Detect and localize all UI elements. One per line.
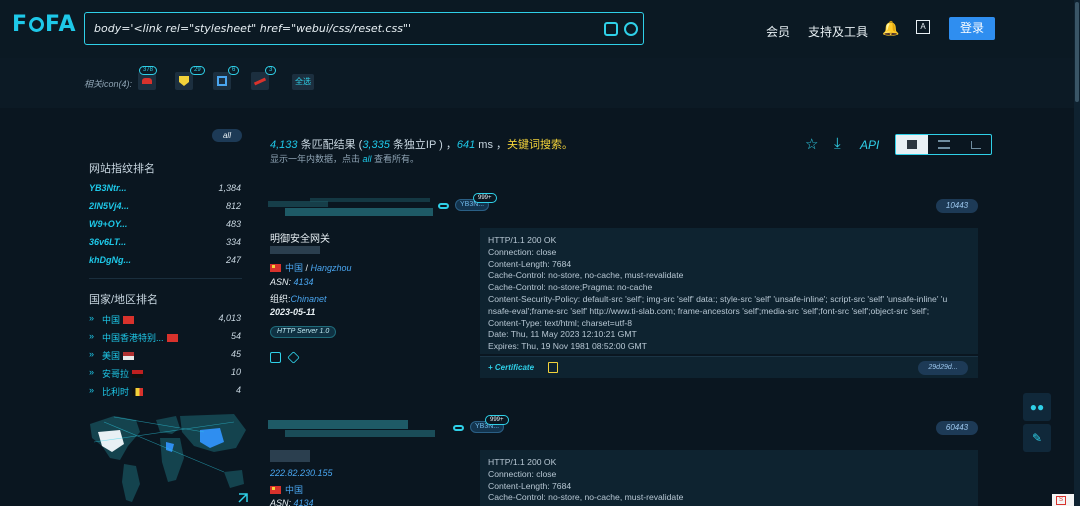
icon-count-badge: 3	[265, 66, 277, 75]
chevron-right-icon: »	[89, 349, 95, 359]
view-toggle	[895, 134, 992, 155]
asn: ASN: 4134	[270, 277, 314, 287]
bell-icon[interactable]: 🔔	[882, 20, 899, 37]
http-response[interactable]: HTTP/1.1 200 OK Connection: close Conten…	[480, 450, 978, 506]
link-icon[interactable]	[438, 203, 449, 209]
flag-icon	[166, 334, 178, 342]
chevron-right-icon: »	[89, 367, 95, 377]
grammar-icon[interactable]	[604, 22, 618, 36]
chart-view-icon[interactable]	[960, 135, 992, 154]
api-button[interactable]: API	[860, 138, 879, 152]
masked-domain	[268, 420, 408, 429]
star-icon[interactable]: ☆	[805, 135, 818, 153]
site-title: 明御安全网关	[270, 234, 330, 245]
icon-count-badge: 29	[190, 66, 205, 75]
date: 2023-05-11	[270, 307, 316, 317]
asn: ASN: 4134	[270, 498, 314, 506]
country-ranking-title: 国家/地区排名	[89, 294, 159, 306]
fingerprint-item[interactable]: 2lN5Vj4... 812	[89, 201, 241, 213]
fingerprint-item[interactable]: 36v6LT... 334	[89, 237, 241, 249]
icon-count-badge: 378	[139, 66, 158, 75]
masked-domain	[285, 430, 435, 437]
port-badge[interactable]: 60443	[936, 421, 978, 435]
count-badge: 999+	[485, 415, 509, 425]
country-item-hongkong[interactable]: » 中国香港特别... 54	[89, 331, 241, 343]
http-header-text: HTTP/1.1 200 OK Connection: close Conten…	[488, 235, 948, 352]
chevron-right-icon: »	[89, 331, 95, 341]
port-badge[interactable]: 10443	[936, 199, 978, 213]
fingerprint-item[interactable]: khDgNg... 247	[89, 255, 241, 267]
nav-tools[interactable]: 支持及工具	[808, 23, 868, 40]
fingerprint-ranking-title: 网站指纹排名	[89, 163, 155, 175]
link-icon[interactable]	[453, 425, 464, 431]
fofa-logo[interactable]: F FA	[12, 12, 77, 37]
nav-member[interactable]: 会员	[766, 23, 790, 40]
result-summary: 4,133 条匹配结果 (3,335 条独立IP ) ，641 ms ，关键词搜…	[270, 139, 574, 151]
certificate-bar: + Certificate 29d29d...	[480, 356, 978, 378]
ip-address[interactable]: 222.82.230.155	[270, 468, 333, 478]
cube-icon[interactable]	[213, 72, 231, 90]
organization: 组织:Chinanet	[270, 294, 327, 304]
location: 中国 / Hangzhou	[270, 261, 352, 274]
flag-icon	[123, 316, 135, 324]
expand-icon	[238, 493, 248, 503]
related-icons-bar	[0, 58, 1080, 108]
cube-icon[interactable]	[287, 351, 300, 364]
certificate-toggle[interactable]: + Certificate	[488, 363, 534, 372]
search-icon[interactable]	[624, 22, 638, 36]
scrollbar-thumb[interactable]	[1075, 2, 1079, 102]
fingerprint-item[interactable]: W9+OY... 483	[89, 219, 241, 231]
sogou-icon: S	[1056, 496, 1066, 505]
all-link[interactable]: all	[363, 154, 372, 164]
country-item-china[interactable]: » 中国 4,013	[89, 313, 241, 325]
chevron-right-icon: »	[89, 313, 95, 323]
masked-domain	[310, 198, 430, 202]
country-item-belgium[interactable]: » 比利时 4	[89, 385, 241, 397]
fingerprint-item[interactable]: YB3Ntr... 1,384	[89, 183, 241, 195]
count-badge: 999+	[473, 193, 497, 203]
certificate-icon[interactable]	[548, 362, 558, 373]
wechat-icon[interactable]: ●●	[1023, 393, 1051, 421]
grid-view-icon[interactable]	[896, 135, 928, 154]
flag-icon	[270, 264, 281, 272]
search-box[interactable]: body='<link rel="stylesheet" href="webui…	[84, 12, 644, 45]
flag-icon	[123, 352, 135, 360]
world-map[interactable]	[84, 402, 252, 506]
certificate-hash[interactable]: 29d29d...	[918, 361, 968, 375]
edit-icon[interactable]: ✎	[1023, 424, 1051, 452]
select-all-button[interactable]: 全选	[292, 74, 314, 90]
list-view-icon[interactable]	[928, 135, 960, 154]
login-button[interactable]: 登录	[949, 17, 995, 40]
icon-count-badge: 6	[228, 66, 240, 75]
download-icon[interactable]: ⤓	[834, 135, 841, 152]
code-icon[interactable]	[270, 352, 281, 363]
masked-title	[270, 450, 310, 462]
chevron-right-icon: »	[89, 385, 95, 395]
location: 中国	[270, 483, 303, 496]
logo-ring-icon	[29, 17, 45, 32]
server-tag[interactable]: HTTP Server 1.0	[270, 326, 337, 338]
country-item-angola[interactable]: » 安哥拉 10	[89, 367, 241, 379]
keyword-search-link[interactable]: 关键词搜索。	[507, 139, 573, 151]
swoosh-icon[interactable]	[251, 72, 269, 90]
sidebar-divider	[89, 278, 242, 279]
country-item-usa[interactable]: » 美国 45	[89, 349, 241, 361]
sidebar-all-toggle[interactable]: all	[212, 129, 242, 142]
http-response[interactable]: HTTP/1.1 200 OK Connection: close Conten…	[480, 228, 978, 354]
http-header-text: HTTP/1.1 200 OK Connection: close Conten…	[488, 457, 684, 503]
shield-icon[interactable]	[175, 72, 193, 90]
result-note: 显示一年内数据，点击 all 查看所有。	[270, 154, 420, 164]
masked-domain	[285, 208, 433, 216]
flag-icon	[132, 388, 144, 396]
masked-ip	[270, 246, 320, 254]
related-icons-label: 相关icon(4):	[84, 79, 133, 89]
translate-icon[interactable]: A	[916, 20, 930, 34]
flag-icon	[132, 370, 144, 378]
search-input[interactable]: body='<link rel="stylesheet" href="webui…	[94, 22, 411, 35]
flag-icon	[270, 486, 281, 494]
